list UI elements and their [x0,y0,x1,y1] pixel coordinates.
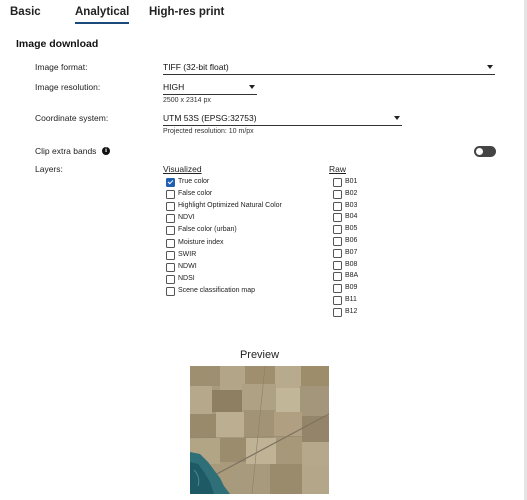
preview-image [190,366,329,494]
checkbox-label: NDSI [178,274,195,282]
tab-basic[interactable]: Basic [10,6,41,18]
clip-extra-bands-label: Clip extra bands [35,146,97,156]
checkbox[interactable] [333,225,342,235]
checkbox[interactable] [333,248,342,258]
checkbox-label: SWIR [178,250,197,258]
toggle-knob [476,148,483,155]
clip-extra-bands-toggle[interactable] [474,146,496,157]
checkbox[interactable] [333,284,342,294]
checkbox-label: Scene classification map [178,286,256,294]
checkbox[interactable] [333,260,342,270]
checkbox-label: B08 [345,260,358,268]
checkbox[interactable] [333,178,342,187]
chevron-down-icon [487,65,493,69]
image-format-label: Image format: [35,62,88,72]
coordinate-system-label: Coordinate system: [35,113,109,123]
checkbox-label: B05 [345,225,358,233]
section-title: Image download [16,38,99,50]
checkbox-label: NDVI [178,214,195,222]
image-resolution-label: Image resolution: [35,82,101,92]
checkbox[interactable] [166,202,175,212]
checkbox-label: B09 [345,284,358,292]
checkbox[interactable] [333,189,342,199]
checkbox-label: NDWI [178,262,197,270]
checkbox-label: B04 [345,213,358,221]
tab-high-res-print[interactable]: High-res print [149,6,224,18]
raw-header[interactable]: Raw [329,164,346,174]
checkbox-label: B8A [345,272,359,280]
checkbox-label: B02 [345,189,358,197]
checkbox-label: Moisture index [178,238,224,246]
checkbox[interactable] [166,250,175,260]
checkbox-label: B03 [345,201,358,209]
checkbox-label: False color [178,190,213,198]
checkbox-label: B07 [345,248,358,256]
tab-bar: Basic Analytical High-res print [0,0,527,27]
checkbox[interactable] [333,201,342,211]
image-resolution-hint: 2500 x 2314 px [163,97,211,104]
image-format-select[interactable]: TIFF (32-bit float) [163,62,495,75]
checkbox[interactable] [166,226,175,236]
checkbox[interactable] [166,214,175,224]
visualized-header[interactable]: Visualized [163,164,202,174]
checkbox-label: B12 [345,307,358,315]
checkbox[interactable] [166,286,175,296]
checkbox[interactable] [166,262,175,272]
checkbox[interactable] [166,190,175,200]
checkbox[interactable] [333,237,342,246]
chevron-down-icon [394,116,400,120]
image-format-value: TIFF (32-bit float) [163,62,229,72]
checkbox[interactable] [333,296,342,305]
layers-label: Layers: [35,164,63,174]
preview-title: Preview [239,349,280,361]
info-icon[interactable]: i [102,147,110,155]
coordinate-system-value: UTM 53S (EPSG:32753) [163,113,257,123]
checkbox[interactable] [333,272,342,282]
checkbox[interactable] [333,307,342,317]
checkbox-label: B06 [345,237,358,244]
checkbox[interactable] [333,213,342,223]
image-resolution-value: HIGH [163,82,185,92]
checkbox[interactable] [166,238,175,248]
coordinate-system-select[interactable]: UTM 53S (EPSG:32753) [163,113,402,126]
image-resolution-select[interactable]: HIGH [163,82,257,95]
checkbox-label: Highlight Optimized Natural Color [178,202,282,210]
tab-analytical[interactable]: Analytical [75,6,130,24]
checkbox-label: B11 [345,296,357,303]
chevron-down-icon [249,85,255,89]
checkbox-label: False color (urban) [178,226,237,234]
projected-resolution-hint: Projected resolution: 10 m/px [163,128,254,135]
checkbox-label: B01 [345,178,358,185]
checkbox-label: True color [178,178,210,185]
checkbox[interactable] [166,274,175,284]
checkbox[interactable] [166,178,175,187]
